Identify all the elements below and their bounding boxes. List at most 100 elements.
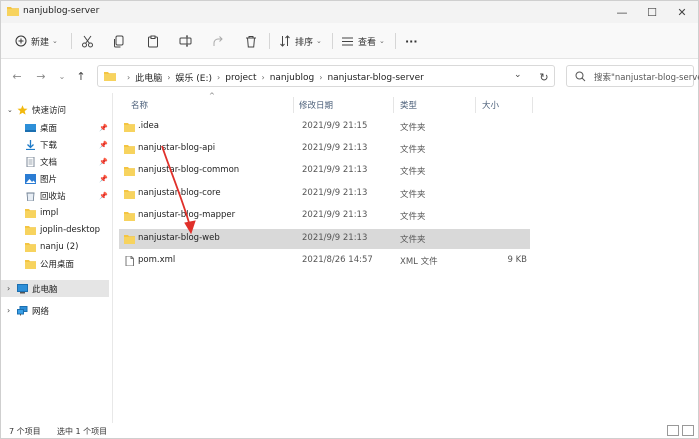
file-list: ^ 名称 修改日期 类型 大小 .idea 2021/9/9 21:15 文件夹… [113, 92, 698, 423]
download-icon [26, 139, 35, 150]
folder-icon [7, 7, 19, 16]
column-divider[interactable] [475, 97, 476, 113]
file-row[interactable]: pom.xml 2021/8/26 14:57 XML 文件 9 KB [119, 251, 530, 271]
xml-file-icon [125, 256, 134, 266]
view-button[interactable]: 查看 ⌄ [341, 31, 385, 51]
address-bar[interactable]: › 此电脑 › 娱乐 (E:) › project › nanjublog › … [97, 65, 555, 87]
new-button[interactable]: 新建 ⌄ [15, 31, 58, 51]
column-header-size[interactable]: 大小 [482, 96, 499, 114]
view-list-icon [342, 37, 353, 45]
file-name: .idea [138, 121, 159, 131]
file-row[interactable]: .idea 2021/9/9 21:15 文件夹 [119, 117, 530, 137]
divider [332, 33, 333, 49]
nav-item-joplin-desktop[interactable]: joplin-desktop [1, 221, 109, 238]
recent-locations-button[interactable]: ⌄ [54, 68, 70, 84]
file-row[interactable]: nanjustar-blog-mapper 2021/9/9 21:13 文件夹 [119, 206, 530, 226]
chevron-down-icon: ⌄ [316, 37, 322, 45]
paste-icon [148, 35, 158, 47]
chevron-down-icon: ⌄ [52, 37, 58, 45]
details-view-button[interactable] [667, 425, 679, 436]
breadcrumb-drive-e[interactable]: 娱乐 (E:) [175, 71, 212, 84]
column-label: 名称 [131, 101, 149, 111]
maximize-button[interactable]: ☐ [637, 1, 667, 23]
file-row-selected[interactable]: nanjustar-blog-web 2021/9/9 21:13 文件夹 [119, 229, 530, 249]
pin-icon: 📌 [99, 157, 108, 166]
nav-item-documents[interactable]: 文档 📌 [1, 153, 109, 170]
arrow-right-icon: → [36, 69, 46, 83]
file-size: 9 KB [507, 255, 527, 265]
pin-icon: 📌 [99, 191, 108, 200]
nav-quick-access[interactable]: ⌄ 快速访问 [1, 101, 109, 118]
column-label: 大小 [482, 101, 500, 111]
file-row[interactable]: nanjustar-blog-core 2021/9/9 21:13 文件夹 [119, 184, 530, 204]
file-row[interactable]: nanjustar-blog-common 2021/9/9 21:13 文件夹 [119, 161, 530, 181]
breadcrumb-nanjublog[interactable]: nanjublog [270, 73, 315, 83]
tiles-view-button[interactable] [682, 425, 694, 436]
nav-item-downloads[interactable]: 下载 📌 [1, 136, 109, 153]
column-header-type[interactable]: 类型 [400, 96, 417, 114]
column-divider[interactable] [293, 97, 294, 113]
computer-icon [17, 283, 28, 293]
search-icon [575, 71, 586, 82]
status-bar: 7 个项目 选中 1 个项目 [1, 423, 698, 438]
title-bar: nanjublog-server — ☐ ✕ [1, 1, 698, 23]
cut-button[interactable] [81, 31, 94, 51]
column-header-date[interactable]: 修改日期 [299, 96, 333, 114]
column-divider[interactable] [393, 97, 394, 113]
file-type: 文件夹 [400, 190, 426, 200]
nav-item-recycle-bin[interactable]: 回收站 📌 [1, 187, 109, 204]
rename-icon [179, 35, 192, 47]
nav-item-impl[interactable]: impl [1, 204, 109, 221]
folder-icon [124, 123, 135, 132]
file-type: 文件夹 [400, 167, 426, 177]
refresh-button[interactable]: ↻ [536, 69, 552, 85]
copy-button[interactable] [113, 31, 125, 51]
column-divider[interactable] [532, 97, 533, 113]
paste-button[interactable] [147, 31, 159, 51]
delete-button[interactable] [245, 31, 257, 51]
nav-label: 快速访问 [32, 105, 67, 116]
file-date: 2021/8/26 14:57 [302, 255, 373, 265]
breadcrumb-this-pc[interactable]: 此电脑 [135, 71, 162, 84]
selected-count: 选中 1 个项目 [57, 427, 108, 436]
pin-icon: 📌 [99, 123, 108, 132]
maximize-icon: ☐ [647, 5, 657, 19]
nav-network[interactable]: › 网络 [1, 302, 109, 319]
close-button[interactable]: ✕ [667, 1, 697, 23]
up-button[interactable]: ↑ [73, 68, 89, 84]
document-icon [26, 156, 35, 167]
chevron-right-icon: › [7, 284, 11, 293]
folder-icon [124, 145, 135, 154]
file-date: 2021/9/9 21:13 [302, 165, 368, 175]
view-label: 查看 [358, 37, 377, 48]
sort-ascending-icon: ^ [209, 92, 215, 100]
pin-icon: 📌 [99, 140, 108, 149]
share-button[interactable] [212, 31, 224, 51]
forward-button[interactable]: → [33, 68, 49, 84]
pin-icon: 📌 [99, 174, 108, 183]
breadcrumb-blog-server[interactable]: nanjustar-blog-server [327, 73, 423, 83]
chevron-right-icon: › [261, 73, 265, 82]
breadcrumb-project[interactable]: project [225, 73, 256, 83]
item-count: 7 个项目 [9, 427, 41, 436]
file-date: 2021/9/9 21:13 [302, 188, 368, 198]
nav-item-public-desktop[interactable]: 公用桌面 [1, 255, 109, 272]
file-type: XML 文件 [400, 257, 438, 267]
more-options-button[interactable]: ··· [405, 31, 418, 51]
search-input[interactable]: 搜索"nanjustar-blog-server" [566, 65, 699, 87]
folder-icon [124, 190, 135, 199]
address-dropdown-button[interactable]: ⌄ [514, 70, 522, 80]
sort-button[interactable]: 排序 ⌄ [279, 31, 322, 51]
back-button[interactable]: ← [9, 68, 25, 84]
nav-this-pc[interactable]: › 此电脑 [1, 280, 109, 297]
nav-item-desktop[interactable]: 桌面 📌 [1, 119, 109, 136]
nav-item-pictures[interactable]: 图片 📌 [1, 170, 109, 187]
minimize-button[interactable]: — [607, 1, 637, 23]
command-bar: 新建 ⌄ 排序 ⌄ 查看 ⌄ ··· [1, 23, 698, 59]
column-header-name[interactable]: 名称 [131, 96, 148, 114]
refresh-icon: ↻ [539, 70, 549, 84]
rename-button[interactable] [179, 31, 192, 51]
nav-item-nanju-2[interactable]: nanju (2) [1, 238, 109, 255]
nav-label: 回收站 [40, 191, 66, 202]
file-row[interactable]: nanjustar-blog-api 2021/9/9 21:13 文件夹 [119, 139, 530, 159]
